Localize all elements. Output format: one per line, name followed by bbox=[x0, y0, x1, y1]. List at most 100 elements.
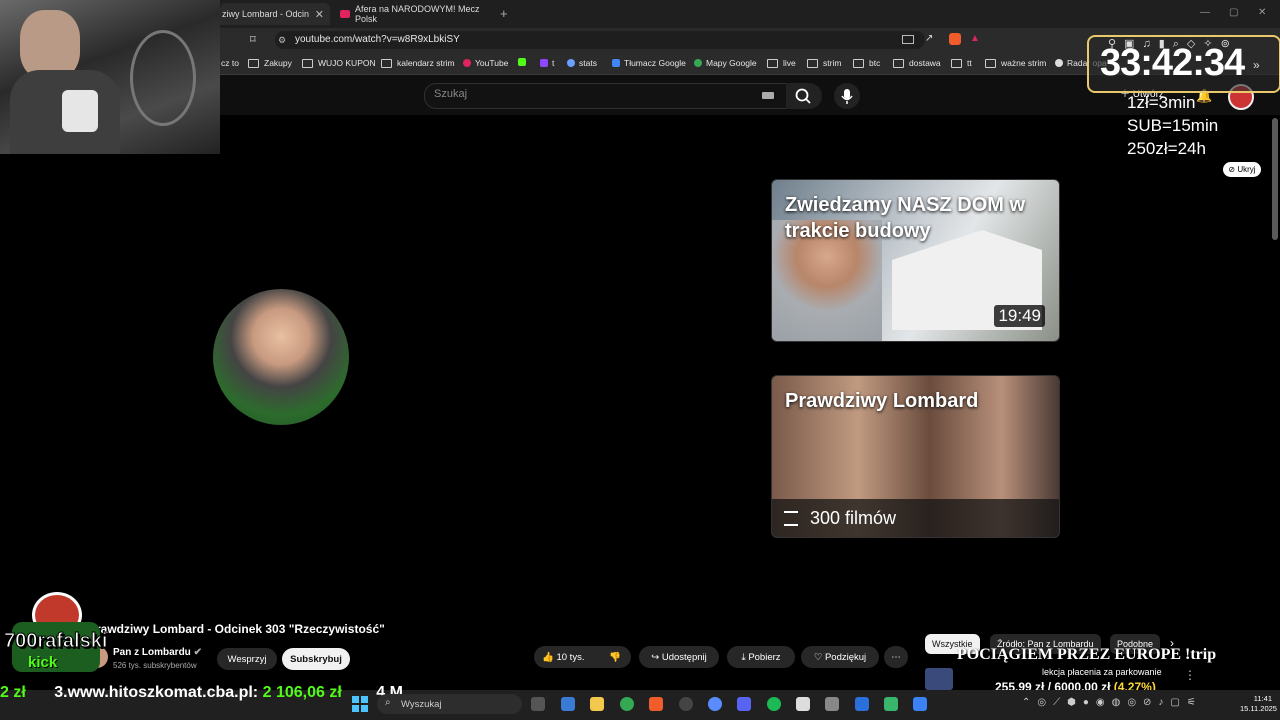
download-button[interactable]: ⤓ Pobierz bbox=[727, 646, 795, 668]
more-actions-button[interactable]: ⋯ bbox=[884, 646, 908, 668]
bookmark-youtube[interactable]: YouTube bbox=[463, 58, 508, 68]
app-icon[interactable] bbox=[855, 697, 869, 711]
endscreen-video-card[interactable]: Zwiedzamy NASZ DOM w trakcie budowy 19:4… bbox=[771, 179, 1060, 342]
dislike-button[interactable]: 👎 bbox=[599, 646, 631, 668]
hide-endscreen-button[interactable]: ⊘ Ukryj bbox=[1223, 162, 1261, 177]
obs-icon[interactable] bbox=[679, 697, 693, 711]
start-button[interactable] bbox=[352, 696, 368, 712]
chevron-right-icon[interactable]: » bbox=[1253, 58, 1260, 72]
search-button[interactable] bbox=[786, 83, 822, 109]
rate-line: 250zł=24h bbox=[1127, 139, 1206, 158]
bookmark-folder-tt[interactable]: tt bbox=[951, 58, 972, 68]
rate-line: 1zł=3min bbox=[1127, 93, 1196, 112]
bookmark-folder-wazne[interactable]: ważne strim bbox=[985, 58, 1046, 68]
heart-dollar-icon: ♡ bbox=[813, 651, 825, 663]
card-title: Prawdziwy Lombard bbox=[785, 390, 979, 412]
file-explorer-icon[interactable] bbox=[590, 697, 604, 711]
youtube-favicon-icon bbox=[340, 10, 350, 18]
rate-line: SUB=15min bbox=[1127, 116, 1219, 135]
promo-thumbnail[interactable] bbox=[925, 668, 953, 690]
trip-banner: POCIĄGIEM PRZEZ EUROPE !trip bbox=[957, 646, 1217, 663]
calculator-icon[interactable] bbox=[825, 697, 839, 711]
app-icon[interactable] bbox=[884, 697, 898, 711]
app-icon[interactable] bbox=[796, 697, 810, 711]
bookmark-folder-kalendarz[interactable]: kalendarz strim bbox=[381, 58, 455, 68]
system-tray-icons[interactable]: ⌃◎⟋⬢●◉◍◎⊘♪▢⚟ bbox=[1022, 697, 1203, 708]
subscribe-button[interactable]: Subskrybuj bbox=[282, 648, 350, 670]
eye-off-icon: ⊘ bbox=[1228, 165, 1238, 174]
thumbs-up-icon: 👍 bbox=[542, 651, 557, 663]
share-page-icon[interactable]: ↗ bbox=[925, 33, 933, 44]
brave-shield-icon[interactable] bbox=[949, 33, 961, 45]
task-view-icon[interactable] bbox=[531, 697, 545, 711]
bookmark-icon[interactable]: ⌑ bbox=[250, 33, 256, 46]
brave-icon[interactable] bbox=[649, 697, 663, 711]
search-icon: ⌕ bbox=[385, 697, 391, 708]
channel-name[interactable]: Pan z Lombardu ✔ bbox=[113, 647, 202, 658]
verified-icon: ✔ bbox=[193, 647, 202, 658]
keyboard-icon[interactable] bbox=[762, 92, 774, 99]
maximize-icon[interactable]: ▢ bbox=[1229, 7, 1238, 18]
taskbar-search[interactable] bbox=[377, 694, 522, 714]
app-icon[interactable] bbox=[708, 697, 722, 711]
search-input[interactable] bbox=[424, 83, 788, 109]
bookmark-twitch[interactable]: t bbox=[540, 58, 554, 68]
more-vert-icon[interactable]: ⋮ bbox=[1184, 668, 1196, 682]
bookmark-folder-live[interactable]: live bbox=[767, 58, 796, 68]
share-icon: ↪ bbox=[651, 651, 662, 663]
tab-active[interactable]: ziwy Lombard - Odcin ✕ bbox=[220, 3, 330, 25]
bookmark-folder-wujo-kupon[interactable]: WUJO KUPON bbox=[302, 58, 376, 68]
promo-title: lekcja płacenia za parkowanie bbox=[1042, 667, 1162, 677]
bookmark-item[interactable]: cz to bbox=[221, 58, 239, 68]
subathon-timer: 33:42:34 bbox=[1100, 42, 1245, 84]
thanks-button[interactable]: ♡ Podziękuj bbox=[801, 646, 879, 668]
video-duration: 19:49 bbox=[994, 305, 1045, 327]
video-title: Prawdziwy Lombard - Odcinek 303 "Rzeczyw… bbox=[88, 622, 385, 636]
channel-subscribe-avatar[interactable] bbox=[213, 289, 349, 425]
search-placeholder: Szukaj bbox=[434, 88, 468, 100]
bookmark-maps[interactable]: Mapy Google bbox=[694, 58, 757, 68]
clock-time: 11:41 bbox=[1253, 694, 1272, 703]
thumbs-down-icon: 👎 bbox=[609, 651, 621, 663]
mic-icon bbox=[841, 89, 853, 104]
endscreen-playlist-card[interactable]: Prawdziwy Lombard 300 filmów bbox=[771, 375, 1060, 538]
cast-icon[interactable] bbox=[902, 35, 914, 44]
webcam-feed bbox=[0, 0, 220, 154]
rewards-icon[interactable]: ▲ bbox=[970, 33, 980, 44]
bookmark-folder-zakupy[interactable]: Zakupy bbox=[248, 58, 292, 68]
share-button[interactable]: ↪ Udostępnij bbox=[639, 646, 719, 668]
tab-label: Afera na NARODOWYM! Mecz Polsk bbox=[354, 4, 480, 24]
bookmark-kick[interactable] bbox=[518, 58, 530, 66]
bookmark-folder-strim[interactable]: strim bbox=[807, 58, 841, 68]
playlist-bar: 300 filmów bbox=[772, 499, 1059, 537]
site-info-icon[interactable]: ⚙ bbox=[278, 35, 286, 46]
widgets-icon[interactable] bbox=[561, 697, 575, 711]
like-button[interactable]: 👍 10 tys. bbox=[534, 646, 604, 668]
url-text: youtube.com/watch?v=w8R9xLbkiSY bbox=[295, 34, 460, 45]
page-scrollbar[interactable] bbox=[1272, 118, 1278, 240]
discord-icon[interactable] bbox=[737, 697, 751, 711]
notepad-icon[interactable] bbox=[913, 697, 927, 711]
clock-date: 15.11.2025 bbox=[1240, 704, 1277, 713]
support-button[interactable]: Wesprzyj bbox=[217, 648, 277, 670]
tab-label: ziwy Lombard - Odcin bbox=[222, 9, 310, 19]
voice-search-button[interactable] bbox=[834, 83, 860, 109]
chrome-icon[interactable] bbox=[620, 697, 634, 711]
bookmark-translate[interactable]: Tłumacz Google bbox=[612, 58, 686, 68]
close-window-icon[interactable]: ✕ bbox=[1258, 7, 1266, 18]
streamer-name: 700rafalski bbox=[3, 630, 108, 653]
bookmark-stats[interactable]: stats bbox=[567, 58, 597, 68]
subscriber-count: 526 tys. subskrybentów bbox=[113, 661, 197, 670]
tab-second[interactable]: Afera na NARODOWYM! Mecz Polsk bbox=[336, 3, 490, 25]
taskbar-clock[interactable]: 11:41 15.11.2025 bbox=[1240, 694, 1277, 714]
search-icon bbox=[795, 88, 811, 104]
minimize-icon[interactable]: — bbox=[1200, 7, 1210, 18]
taskbar-search-label: Wyszukaj bbox=[401, 699, 442, 710]
bookmark-folder-dostawa[interactable]: dostawa bbox=[893, 58, 941, 68]
close-tab-icon[interactable]: ✕ bbox=[315, 8, 324, 21]
kick-wordmark: kick bbox=[28, 654, 58, 671]
download-icon: ⤓ bbox=[741, 651, 749, 663]
new-tab-icon[interactable]: + bbox=[500, 6, 508, 21]
bookmark-folder-btc[interactable]: btc bbox=[853, 58, 880, 68]
spotify-icon[interactable] bbox=[767, 697, 781, 711]
